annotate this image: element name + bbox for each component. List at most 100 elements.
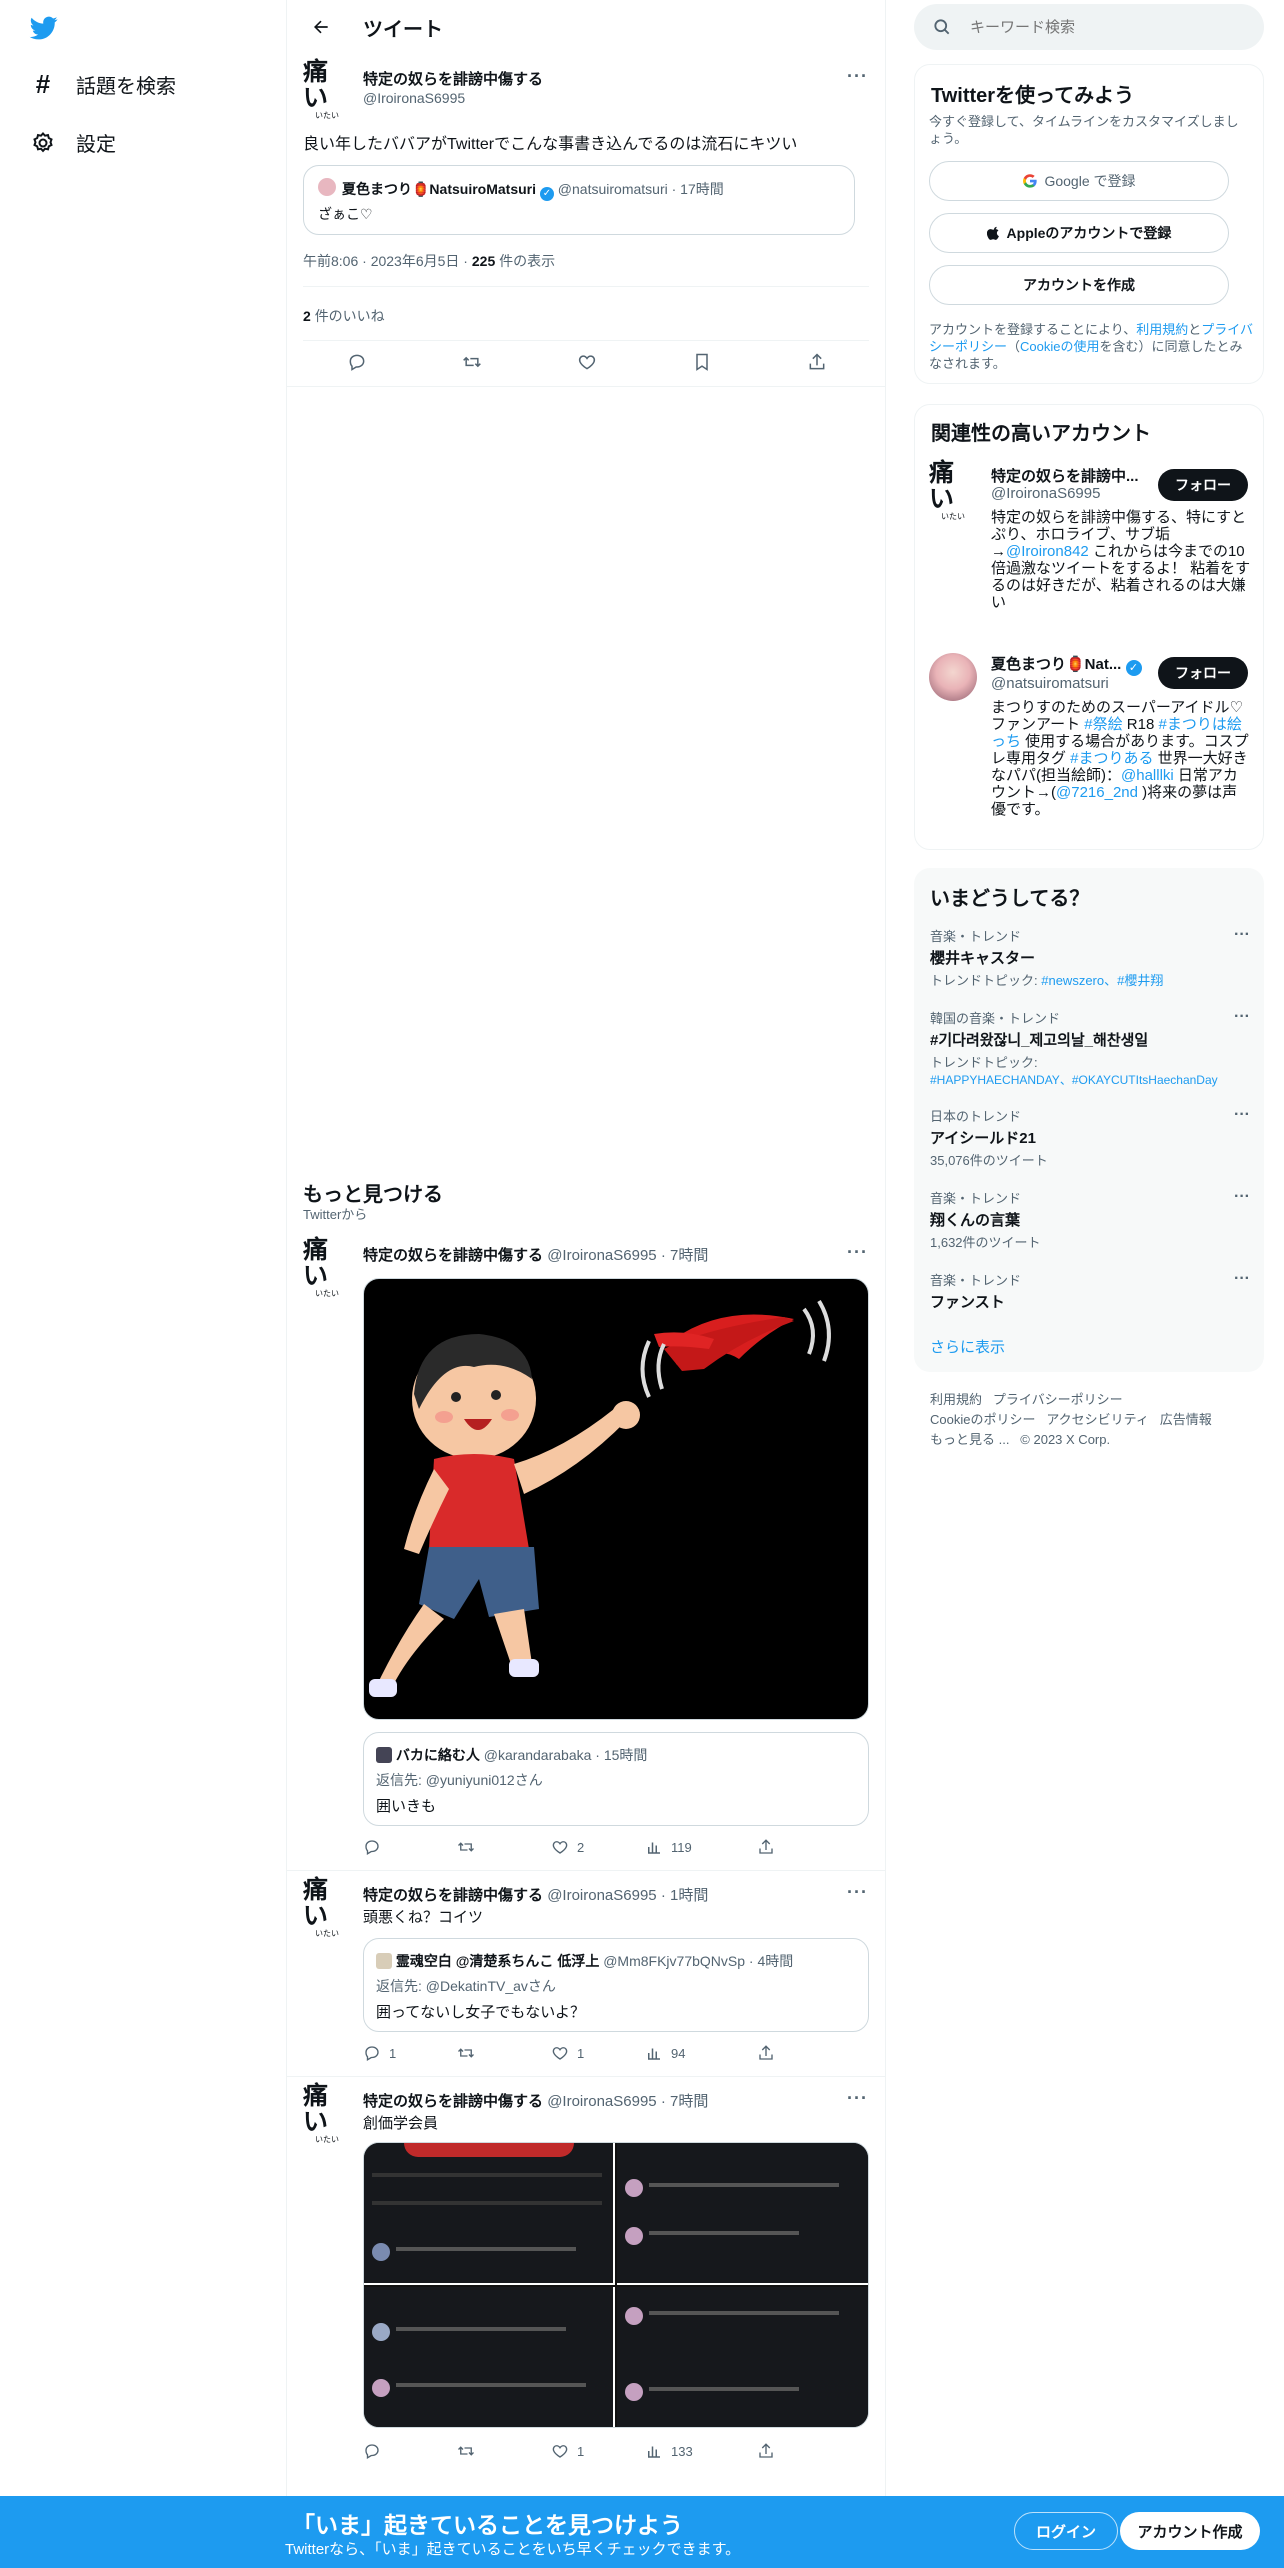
feed-author-name[interactable]: 特定の奴らを誹謗中傷する [363, 1887, 543, 1904]
feed-avatar[interactable]: 痛い いたい [303, 2083, 351, 2145]
feed-author-handle[interactable]: @IroironaS6995 [547, 1247, 656, 1264]
bookmark-icon[interactable] [692, 352, 712, 372]
author-handle[interactable]: @IroironaS6995 [363, 90, 465, 106]
create-account-button[interactable]: アカウントを作成 [929, 265, 1229, 305]
quote-tweet[interactable]: 夏色まつり🏮NatsuiroMatsuri ✓ @natsuiromatsuri… [303, 165, 855, 235]
views-button[interactable]: 133 [645, 2442, 757, 2460]
bio-link[interactable]: @halllki [1121, 767, 1174, 784]
bio-link[interactable]: @7216_2nd [1056, 784, 1138, 801]
like-button[interactable]: 1 [551, 2044, 645, 2062]
feed-time[interactable]: 7時間 [670, 1247, 708, 1264]
show-more-link[interactable]: さらに表示 [930, 1336, 1005, 1357]
follow-button[interactable]: フォロー [1158, 469, 1248, 501]
retweet-button[interactable] [457, 2442, 551, 2460]
author-name[interactable]: 特定の奴らを誹謗中傷する [363, 68, 543, 89]
nav-settings[interactable]: 設定 [30, 128, 116, 157]
share-button[interactable] [757, 1838, 783, 1856]
login-button[interactable]: ログイン [1014, 2512, 1118, 2550]
back-arrow-icon[interactable] [303, 9, 339, 45]
share-icon[interactable] [807, 352, 827, 372]
more-icon[interactable]: ··· [1234, 926, 1250, 944]
signup-button[interactable]: アカウント作成 [1120, 2512, 1260, 2550]
feed-quote-tweet[interactable]: 霊魂空白 @清楚系ちんこ 低浮上 @Mm8FKjv77bQNvSp · 4時間 … [363, 1938, 869, 2032]
grid-image-2[interactable] [617, 2143, 868, 2285]
footer-cookie-link[interactable]: Cookieのポリシー [930, 1412, 1035, 1427]
feed-quote-tweet[interactable]: バカに絡む人 @karandarabaka · 15時間 返信先: @yuniy… [363, 1732, 869, 1826]
footer-terms-link[interactable]: 利用規約 [930, 1392, 982, 1407]
bio-link[interactable]: @Iroiron842 [1006, 543, 1089, 560]
bio-link[interactable]: #祭絵 [1084, 716, 1122, 733]
trend-sub: 35,076件のツイート [930, 1153, 1048, 1168]
apple-signup-label: Appleのアカウントで登録 [1006, 225, 1172, 241]
related-handle[interactable]: @natsuiromatsuri [991, 675, 1109, 692]
likes-summary[interactable]: 2 件のいいね [303, 306, 385, 326]
more-icon[interactable]: ··· [847, 66, 868, 87]
like-button[interactable]: 1 [551, 2442, 645, 2460]
apple-signup-button[interactable]: Appleのアカウントで登録 [929, 213, 1229, 253]
tweet-image-grid[interactable] [363, 2142, 869, 2428]
retweet-button[interactable] [457, 1838, 551, 1856]
like-icon [552, 2445, 568, 2458]
trend-sub-link[interactable]: #HAPPYHAECHANDAY、#OKAYCUTItsHaechanDay [930, 1073, 1218, 1087]
trend-item[interactable]: 日本のトレンド アイシールド21 35,076件のツイート ··· [930, 1106, 1250, 1169]
like-button[interactable]: 2 [551, 1838, 645, 1856]
reply-button[interactable] [363, 1838, 457, 1856]
feed-author-name[interactable]: 特定の奴らを誹謗中傷する [363, 1247, 543, 1264]
share-icon [759, 1839, 773, 1854]
feed-author-handle[interactable]: @IroironaS6995 [547, 1887, 656, 1904]
twitter-logo-icon[interactable] [28, 14, 60, 42]
retweet-icon[interactable] [462, 352, 482, 372]
bio-link[interactable]: #まつりある [1070, 750, 1153, 767]
trend-item[interactable]: 音楽・トレンド 櫻井キャスター トレンドトピック: #newszero、#櫻井翔… [930, 926, 1250, 989]
views-button[interactable]: 119 [645, 1838, 757, 1856]
grid-image-3[interactable] [364, 2287, 615, 2427]
reply-button[interactable]: 1 [363, 2044, 457, 2062]
reply-button[interactable] [363, 2442, 457, 2460]
like-icon[interactable] [577, 352, 597, 372]
reply-icon[interactable] [347, 352, 367, 372]
terms-link[interactable]: 利用規約 [1136, 322, 1188, 337]
nav-explore[interactable]: # 話題を検索 [30, 69, 176, 99]
grid-image-1[interactable] [364, 2143, 615, 2285]
trend-item[interactable]: 音楽・トレンド 翔くんの言葉 1,632件のツイート ··· [930, 1188, 1250, 1251]
footer-accessibility-link[interactable]: アクセシビリティ [1046, 1412, 1149, 1427]
footer-ads-link[interactable]: 広告情報 [1160, 1412, 1212, 1427]
feed-time[interactable]: 1時間 [670, 1887, 708, 1904]
search-box[interactable] [914, 4, 1264, 50]
more-icon[interactable]: ··· [1234, 1008, 1250, 1026]
footer-privacy-link[interactable]: プライバシーポリシー [993, 1392, 1123, 1407]
more-icon[interactable]: ··· [1234, 1270, 1250, 1288]
more-icon[interactable]: ··· [847, 1882, 868, 1903]
tweet-timestamp[interactable]: 午前8:06 · 2023年6月5日 · 225 件の表示 [303, 251, 555, 271]
feed-author-handle[interactable]: @IroironaS6995 [547, 2093, 656, 2110]
share-button[interactable] [757, 2442, 783, 2460]
related-avatar[interactable]: 痛い いたい [929, 460, 977, 522]
google-signup-button[interactable]: Google で登録 [929, 161, 1229, 201]
feed-time[interactable]: 7時間 [670, 2093, 708, 2110]
follow-button[interactable]: フォロー [1158, 657, 1248, 689]
share-button[interactable] [757, 2044, 783, 2062]
related-name[interactable]: 特定の奴らを誹謗中... [991, 465, 1139, 486]
tweet-image-boomerang-boy[interactable] [363, 1278, 869, 1720]
feed-author-name[interactable]: 特定の奴らを誹謗中傷する [363, 2093, 543, 2110]
feed-avatar[interactable]: 痛い いたい [303, 1877, 351, 1939]
trend-category: 音楽・トレンド [930, 1191, 1022, 1206]
trend-item[interactable]: 音楽・トレンド ファンスト ··· [930, 1270, 1250, 1312]
grid-image-4[interactable] [617, 2287, 868, 2427]
related-avatar[interactable] [929, 653, 977, 701]
more-icon[interactable]: ··· [1234, 1106, 1250, 1124]
trend-sub-link[interactable]: #newszero、#櫻井翔 [1041, 973, 1163, 988]
avatar[interactable]: 痛い いたい [303, 59, 351, 121]
footer-more-link[interactable]: もっと見る ... [930, 1432, 1009, 1447]
more-icon[interactable]: ··· [1234, 1188, 1250, 1206]
related-name-row[interactable]: 夏色まつり🏮Nat... ✓ [991, 653, 1142, 676]
more-icon[interactable]: ··· [847, 2088, 868, 2109]
related-handle[interactable]: @IroironaS6995 [991, 485, 1100, 502]
views-button[interactable]: 94 [645, 2044, 757, 2062]
retweet-button[interactable] [457, 2044, 551, 2062]
feed-avatar[interactable]: 痛い いたい [303, 1237, 351, 1299]
more-icon[interactable]: ··· [847, 1242, 868, 1263]
cookie-link[interactable]: Cookieの使用 [1020, 339, 1099, 354]
trend-item[interactable]: 韓国の音楽・トレンド #기다려왔잖니_제고의날_해찬생일 トレンドトピック: #… [930, 1008, 1250, 1088]
search-input[interactable] [970, 18, 1230, 36]
